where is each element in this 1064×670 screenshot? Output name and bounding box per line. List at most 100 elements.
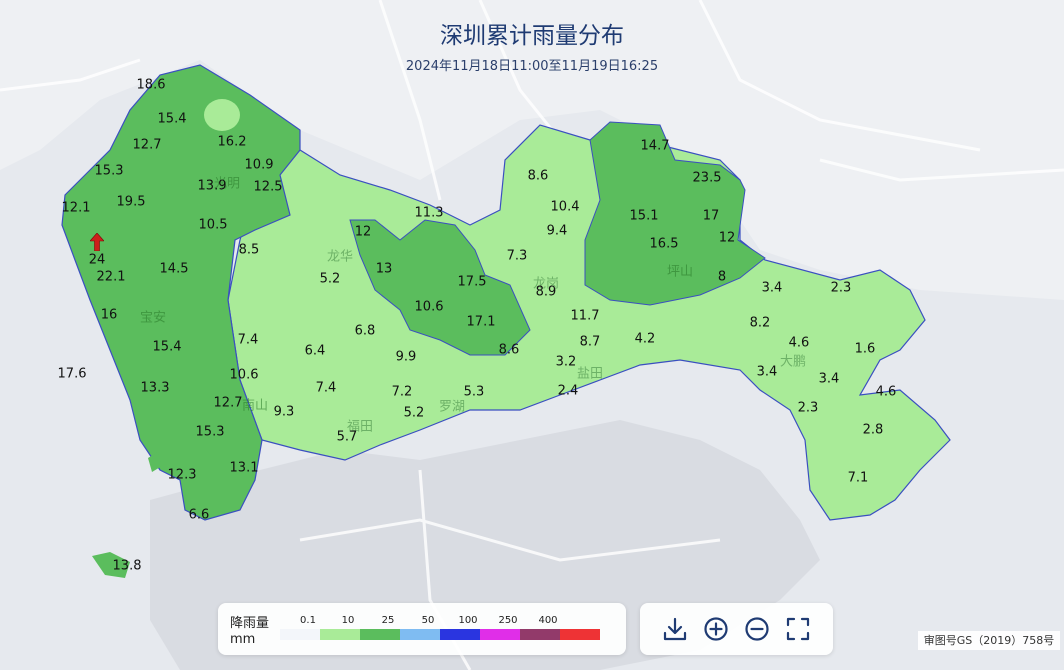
rain-value: 9.3: [273, 404, 295, 420]
rain-value: 6.8: [354, 323, 376, 339]
zoom-out-button[interactable]: [743, 615, 771, 643]
legend-tick: 400: [538, 615, 558, 626]
district-label-yantian: 盐田: [576, 366, 604, 382]
rain-value: 5.3: [463, 384, 485, 400]
download-button[interactable]: [661, 615, 689, 643]
rain-value: 8.7: [579, 334, 601, 350]
rain-value: 6.6: [188, 507, 210, 523]
rain-zone-light-patch: [204, 99, 240, 131]
legend-swatch: [560, 629, 600, 640]
legend-tick: 0.1: [300, 615, 316, 626]
rain-value: 11.3: [414, 205, 444, 221]
rain-value: 17.1: [466, 314, 496, 330]
rain-value: 13.9: [197, 178, 227, 194]
rain-value: 3.4: [818, 371, 840, 387]
rain-value: 18.6: [136, 77, 166, 93]
rain-value: 2.3: [830, 280, 852, 296]
rain-value: 10.5: [198, 217, 228, 233]
legend-tick: 100: [458, 615, 478, 626]
rain-value: 13.1: [229, 460, 259, 476]
legend-swatch: [320, 629, 360, 640]
rain-value: 14.7: [640, 138, 670, 154]
rainfall-map[interactable]: [0, 0, 1064, 670]
rain-value: 3.4: [761, 280, 783, 296]
rain-value: 16: [100, 307, 118, 323]
map-subtitle: 2024年11月18日11:00至11月19日16:25: [405, 59, 659, 74]
rain-value: 15.3: [94, 163, 124, 179]
rain-value: 2.8: [862, 422, 884, 438]
rain-value: 10.6: [414, 299, 444, 315]
rain-value: 8.2: [749, 315, 771, 331]
rain-value: 3.2: [555, 354, 577, 370]
district-label-luohu: 罗湖: [438, 399, 466, 415]
rain-value: 1.6: [854, 341, 876, 357]
district-label-longhua: 龙华: [326, 249, 354, 265]
district-label-nanshan: 南山: [241, 398, 269, 414]
rain-value: 15.3: [195, 424, 225, 440]
max-rain-station-arrow-icon[interactable]: [90, 233, 104, 251]
rain-value: 7.4: [237, 332, 259, 348]
rain-value: 12.5: [253, 179, 283, 195]
rain-value: 8: [717, 269, 727, 285]
rain-value: 12: [718, 230, 736, 246]
rain-value: 7.2: [391, 384, 413, 400]
rain-value: 15.4: [157, 111, 187, 127]
rainfall-legend: 降雨量 mm 0.1 10 25 50 100 250 400: [218, 603, 626, 655]
rain-value: 5.2: [403, 405, 425, 421]
rain-value: 3.4: [756, 364, 778, 380]
rain-value: 4.6: [875, 384, 897, 400]
rain-value: 5.2: [319, 271, 341, 287]
rain-value: 2.4: [557, 383, 579, 399]
district-label-pingshan: 坪山: [666, 264, 694, 280]
rain-value: 11.7: [570, 308, 600, 324]
rain-value: 16.2: [217, 134, 247, 150]
rain-value: 16.5: [649, 236, 679, 252]
rain-value: 10.9: [244, 157, 274, 173]
rain-value: 24: [88, 252, 106, 268]
map-toolbar: [640, 603, 833, 655]
rain-value: 7.1: [847, 470, 869, 486]
zoom-in-button[interactable]: [702, 615, 730, 643]
rain-value: 17.6: [57, 366, 87, 382]
rain-value: 9.9: [395, 349, 417, 365]
rain-value: 13.8: [112, 558, 142, 574]
legend-swatch: [400, 629, 440, 640]
rain-value: 6.4: [304, 343, 326, 359]
download-icon: [663, 617, 687, 641]
legend-unit: mm: [230, 632, 256, 647]
legend-swatch: [360, 629, 400, 640]
rain-value: 12: [354, 224, 372, 240]
rain-value: 12.3: [167, 467, 197, 483]
legend-tick: 50: [421, 615, 435, 626]
rain-value: 19.5: [116, 194, 146, 210]
legend-swatch: [520, 629, 560, 640]
map-approval-number: 审图号GS（2019）758号: [918, 631, 1060, 650]
legend-swatch: [280, 629, 320, 640]
rain-value: 13.3: [140, 380, 170, 396]
rain-value: 23.5: [692, 170, 722, 186]
zoom-in-icon: [704, 617, 728, 641]
rain-value: 2.3: [797, 400, 819, 416]
district-label-dapeng: 大鹏: [779, 354, 807, 370]
rain-value: 17: [702, 208, 720, 224]
legend-title: 降雨量: [230, 616, 270, 631]
rain-value: 8.6: [527, 168, 549, 184]
legend-swatch: [480, 629, 520, 640]
rain-value: 8.6: [498, 342, 520, 358]
rain-value: 17.5: [457, 274, 487, 290]
legend-tick: 25: [381, 615, 395, 626]
rain-value: 4.2: [634, 331, 656, 347]
rain-value: 15.1: [629, 208, 659, 224]
district-label-baoan: 宝安: [139, 310, 167, 326]
rain-value: 22.1: [96, 269, 126, 285]
rain-value: 10.6: [229, 367, 259, 383]
rain-value: 12.7: [213, 395, 243, 411]
rain-value: 9.4: [546, 223, 568, 239]
map-title: 深圳累计雨量分布: [440, 23, 624, 49]
rain-value: 7.4: [315, 380, 337, 396]
rain-value: 5.7: [336, 429, 358, 445]
rain-value: 12.1: [61, 200, 91, 216]
legend-swatch: [440, 629, 480, 640]
rain-value: 13: [375, 261, 393, 277]
fullscreen-button[interactable]: [784, 615, 812, 643]
